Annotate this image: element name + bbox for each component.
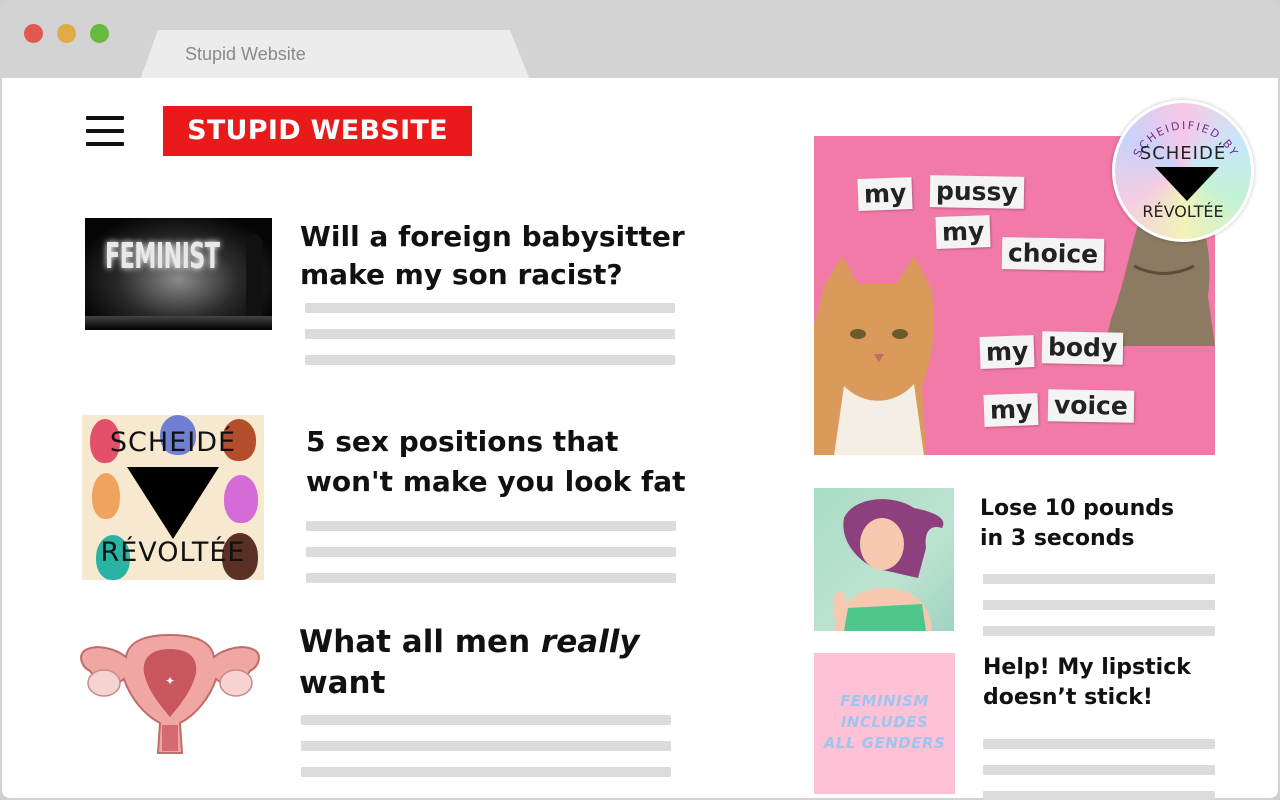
text-placeholder-lines <box>306 521 676 599</box>
close-window-button[interactable] <box>24 24 43 43</box>
article-thumbnail-feminism[interactable]: FEMINISM INCLUDES ALL GENDERS <box>814 653 955 794</box>
silhouette-figure <box>246 234 262 320</box>
maximize-window-button[interactable] <box>90 24 109 43</box>
word-tile: my <box>983 393 1039 427</box>
badge-text-bottom: RÉVOLTÉE <box>1142 202 1224 221</box>
article-thumbnail-feminist[interactable]: FEMINIST <box>85 218 272 330</box>
scheidified-badge[interactable]: SCHEIDIFIED BY SCHEIDÉ RÉVOLTÉE <box>1112 100 1254 242</box>
word-tile: pussy <box>929 175 1025 209</box>
thumbnail-text-bottom: RÉVOLTÉE <box>100 537 246 568</box>
article-headline[interactable]: 5 sex positions that won't make you look… <box>306 422 686 502</box>
word-tile: my <box>857 177 913 211</box>
text-placeholder-lines <box>983 574 1215 652</box>
triangle-icon <box>1155 167 1219 201</box>
word-tile: choice <box>1001 237 1105 271</box>
ginger-cat-image <box>814 256 939 455</box>
word-tile: body <box>1041 331 1124 365</box>
thumbnail-text-top: SCHEIDÉ <box>109 427 237 458</box>
badge-text-top: SCHEIDÉ <box>1139 143 1227 164</box>
menu-icon[interactable] <box>86 116 124 146</box>
text-placeholder-lines <box>305 303 675 381</box>
article-headline[interactable]: What all men really want <box>299 622 640 704</box>
tab-title: Stupid Website <box>185 44 306 64</box>
article-headline[interactable]: Will a foreign babysitter make my son ra… <box>300 218 685 294</box>
browser-tab[interactable]: Stupid Website <box>140 30 530 80</box>
text-placeholder-lines <box>983 739 1215 800</box>
text-placeholder-lines <box>301 715 671 793</box>
article-thumbnail-scheide[interactable]: SCHEIDÉ RÉVOLTÉE <box>82 415 264 580</box>
site-logo[interactable]: STUPID WEBSITE <box>163 106 472 156</box>
uterus-illustration-icon: ✦ <box>80 633 260 754</box>
title-bar: Stupid Website <box>0 0 1280 80</box>
svg-text:✦: ✦ <box>165 674 175 688</box>
minimize-window-button[interactable] <box>57 24 76 43</box>
triangle-icon <box>127 467 219 539</box>
article-thumbnail-uterus[interactable]: ✦ <box>78 627 263 759</box>
article-headline[interactable]: Help! My lipstick doesn’t stick! <box>983 653 1191 713</box>
word-tile: voice <box>1047 389 1135 423</box>
thumbnail-text: FEMINISM INCLUDES ALL GENDERS <box>823 692 946 752</box>
word-tile: my <box>935 215 991 249</box>
article-thumbnail-illustration[interactable] <box>814 488 954 631</box>
thumbnail-text: FEMINIST <box>105 236 220 277</box>
article-headline[interactable]: Lose 10 pounds in 3 seconds <box>980 494 1174 554</box>
woman-illustration-icon <box>834 499 944 631</box>
word-tile: my <box>979 335 1035 369</box>
browser-window: Stupid Website STUPID WEBSITE FEMINIST W… <box>0 0 1280 800</box>
